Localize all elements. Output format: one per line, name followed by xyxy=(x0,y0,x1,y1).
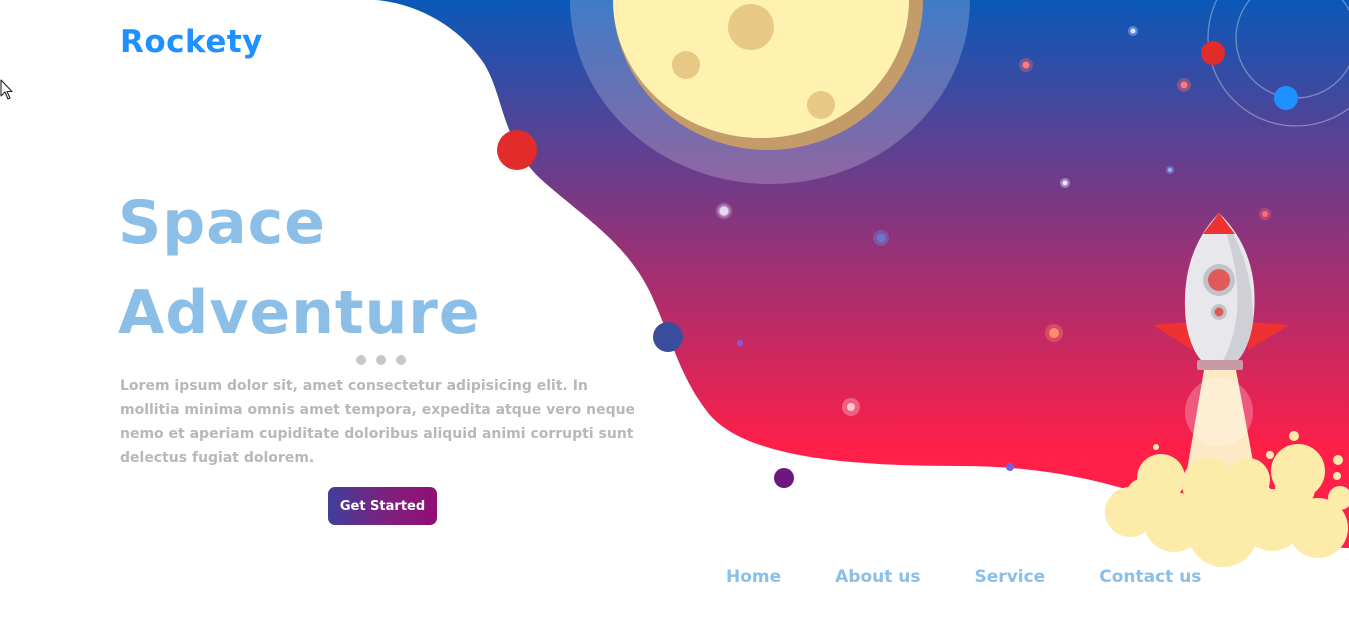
nav-about-us[interactable]: About us xyxy=(835,564,920,590)
carousel-dots xyxy=(356,355,406,365)
carousel-dot[interactable] xyxy=(376,355,386,365)
site-logo[interactable]: Rockety xyxy=(120,24,263,60)
nav-contact-us[interactable]: Contact us xyxy=(1099,564,1201,590)
carousel-dot[interactable] xyxy=(396,355,406,365)
footer-navigation: Home About us Service Contact us xyxy=(726,564,1201,590)
nav-service[interactable]: Service xyxy=(975,564,1046,590)
get-started-button[interactable]: Get Started xyxy=(328,487,437,525)
blue-planet xyxy=(653,322,683,352)
hero-title-line1: Space xyxy=(118,188,326,258)
purple-planet xyxy=(774,468,794,488)
hero-description: Lorem ipsum dolor sit, amet consectetur … xyxy=(120,378,636,466)
carousel-dot[interactable] xyxy=(356,355,366,365)
hero-title-line2: Adventure xyxy=(118,278,481,348)
hero-title: Space Adventure xyxy=(118,178,481,358)
mouse-pointer-icon xyxy=(0,79,13,100)
red-planet xyxy=(497,130,537,170)
nav-home[interactable]: Home xyxy=(726,564,781,590)
